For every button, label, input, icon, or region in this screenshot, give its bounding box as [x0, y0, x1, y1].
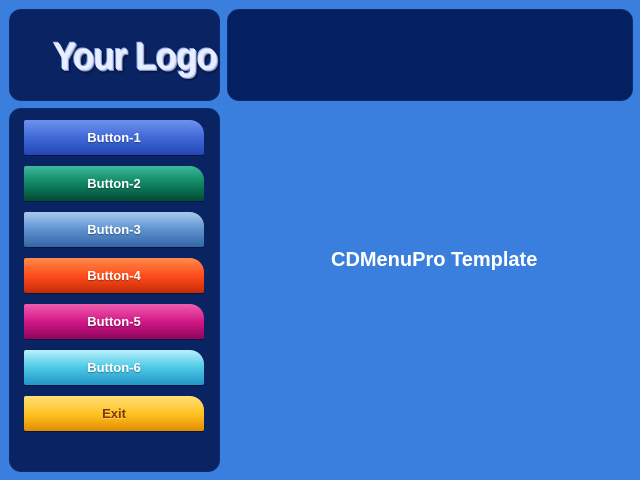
button-1[interactable]: Button-1 [24, 120, 204, 155]
page-title: CDMenuPro Template [331, 249, 538, 271]
header-panel [227, 9, 633, 101]
exit-button[interactable]: Exit [24, 396, 204, 431]
logo: Your Logo [52, 35, 217, 77]
logo-panel: Your Logo [9, 9, 220, 101]
button-3[interactable]: Button-3 [24, 212, 204, 247]
button-5[interactable]: Button-5 [24, 304, 204, 339]
button-6[interactable]: Button-6 [24, 350, 204, 385]
button-2[interactable]: Button-2 [24, 166, 204, 201]
button-4[interactable]: Button-4 [24, 258, 204, 293]
